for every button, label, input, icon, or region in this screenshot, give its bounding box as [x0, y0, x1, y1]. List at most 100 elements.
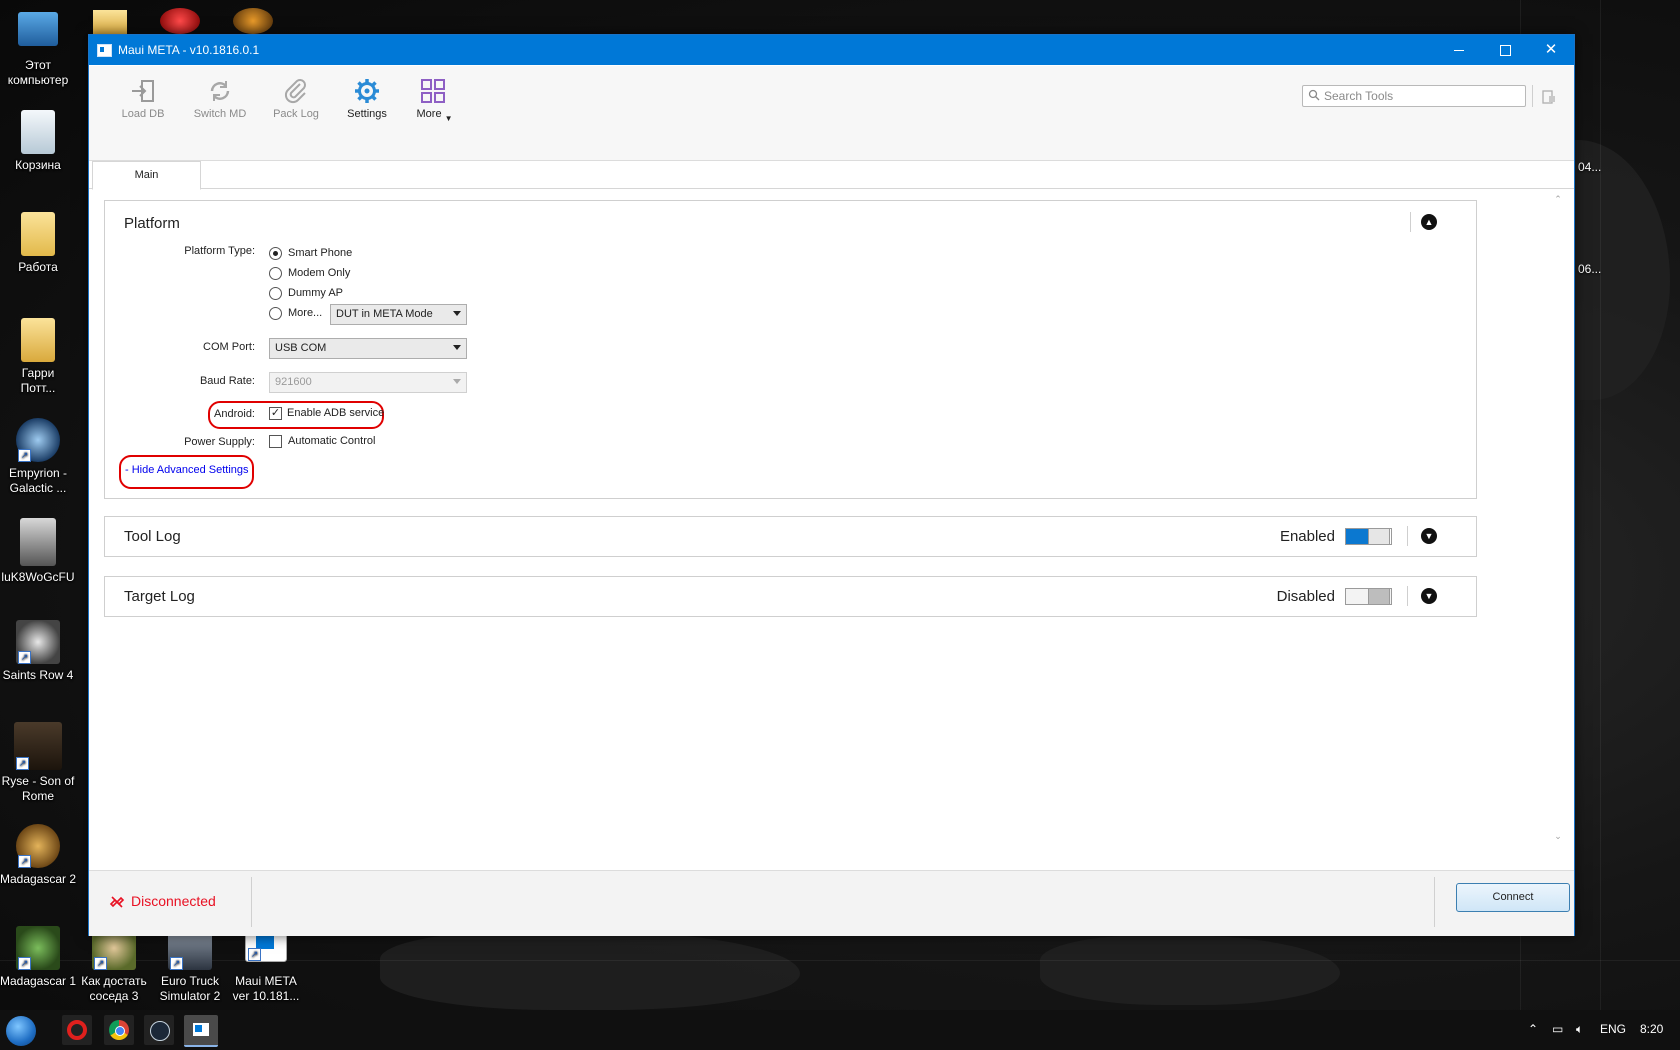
desktop-icon-ryse[interactable]: ↗ Ryse - Son of Rome [0, 722, 78, 804]
desktop-icon-maui-meta[interactable]: ↗ Maui META ver 10.181... [226, 926, 306, 1004]
desktop-icon-partial-3[interactable] [233, 8, 273, 34]
desktop-icon-madagascar-1[interactable]: ↗ Madagascar 1 [0, 926, 78, 989]
dummy-ap-label: Dummy AP [288, 287, 344, 299]
desktop-icon-folder-work[interactable]: Работа [0, 212, 78, 275]
toolbar-separator [1532, 85, 1533, 107]
radio-modem-only[interactable] [269, 267, 282, 280]
more-text: More [416, 108, 442, 120]
pack-log-label: Pack Log [273, 108, 319, 120]
folder-icon [21, 212, 55, 256]
desktop-icon-recycle-bin[interactable]: Корзина [0, 110, 78, 173]
scroll-up-icon[interactable]: ⌃ [1552, 194, 1564, 205]
dropdown-arrow-icon [453, 345, 461, 350]
close-button[interactable]: ✕ [1528, 35, 1574, 65]
panel-separator [1410, 212, 1411, 232]
keyboard-language[interactable]: ENG [1600, 1022, 1626, 1036]
shortcut-arrow-icon: ↗ [248, 948, 261, 961]
radio-dummy-ap[interactable] [269, 287, 282, 300]
desktop-icon-saints-row[interactable]: ↗ Saints Row 4 [0, 620, 78, 683]
desktop-icon-label: Ryse - Son of Rome [1, 774, 75, 803]
expand-chevron-down-icon[interactable]: ▼ [1421, 588, 1437, 604]
network-icon[interactable]: ▭ [1552, 1022, 1563, 1036]
grid-icon [399, 74, 467, 108]
desktop-icon-madagascar-2[interactable]: ↗ Madagascar 2 [0, 824, 78, 887]
shortcut-arrow-icon: ↗ [18, 855, 31, 868]
connect-button[interactable]: Connect [1456, 883, 1570, 912]
expand-chevron-down-icon[interactable]: ▼ [1421, 528, 1437, 544]
maximize-button[interactable] [1482, 35, 1528, 65]
meta-mode-value: DUT in META Mode [336, 308, 433, 320]
document-lock-icon[interactable] [1542, 89, 1556, 108]
tool-log-toggle[interactable] [1345, 528, 1392, 545]
switch-md-button[interactable]: Switch MD [186, 66, 254, 126]
vertical-scrollbar[interactable]: ⌃ ⌄ [1552, 194, 1564, 844]
desktop-label-partial: 06... [1578, 262, 1602, 276]
start-button[interactable] [6, 1016, 36, 1046]
collapse-chevron-up-icon[interactable]: ▲ [1421, 214, 1437, 230]
radio-smart-phone[interactable] [269, 247, 282, 260]
desktop-icon-label: Этот компьютер [7, 58, 69, 87]
load-db-button[interactable]: Load DB [109, 66, 177, 126]
desktop-icon-empyrion[interactable]: ↗ Empyrion - Galactic ... [0, 418, 78, 496]
baud-rate-value: 921600 [275, 376, 312, 388]
tool-log-panel: Tool Log Enabled ▼ [104, 516, 1477, 557]
tab-main[interactable]: Main [92, 161, 201, 190]
dropdown-caret-icon: ▼ [444, 114, 453, 123]
dropdown-arrow-icon [453, 379, 461, 384]
chrome-taskbar-icon[interactable] [104, 1015, 134, 1045]
ryse-icon: ↗ [14, 722, 62, 770]
enable-adb-checkbox[interactable]: ✓ [269, 407, 282, 420]
paperclip-icon [262, 74, 330, 108]
tray-overflow-icon[interactable]: ⌃ [1528, 1022, 1538, 1036]
clock[interactable]: 8:20 [1640, 1022, 1663, 1036]
settings-button[interactable]: Settings [333, 66, 401, 126]
status-bar: Disconnected Connect [89, 870, 1574, 936]
desktop-icon-label: Корзина [15, 158, 61, 172]
status-separator [251, 877, 252, 927]
desktop-icon-euro-truck[interactable]: ↗ Euro Truck Simulator 2 [150, 926, 230, 1004]
maui-meta-window: Maui META - v10.1816.0.1 ✕ Load DB Switc… [88, 34, 1575, 936]
radio-more[interactable] [269, 307, 282, 320]
scroll-down-icon[interactable]: ⌄ [1552, 831, 1564, 842]
com-port-select[interactable]: USB COM [269, 338, 467, 359]
minimize-button[interactable] [1436, 35, 1482, 65]
desktop-icon-label: Euro Truck Simulator 2 [159, 974, 221, 1003]
search-icon [1308, 89, 1320, 104]
more-option-label: More... [288, 307, 323, 319]
smart-phone-label: Smart Phone [288, 247, 353, 259]
opera-taskbar-icon[interactable] [62, 1015, 92, 1045]
search-box[interactable] [1302, 85, 1526, 107]
desktop-icon-photo[interactable]: luK8WoGcFU [0, 518, 78, 585]
volume-icon[interactable]: 🔈︎ [1576, 1022, 1583, 1037]
madagascar-icon: ↗ [16, 824, 60, 868]
window-title: Maui META - v10.1816.0.1 [118, 43, 260, 57]
shortcut-arrow-icon: ↗ [16, 757, 29, 770]
steam-taskbar-icon[interactable] [144, 1015, 174, 1045]
desktop-icon-this-pc[interactable]: Этот компьютер [0, 12, 78, 88]
title-bar[interactable]: Maui META - v10.1816.0.1 ✕ [89, 35, 1574, 65]
toggle-fill [1346, 529, 1368, 544]
more-button[interactable]: More ▼ [399, 66, 467, 126]
main-content: ⌃ ⌄ Platform ▲ Platform Type: Smart Phon… [89, 190, 1574, 870]
desktop-icon-partial-1[interactable] [93, 10, 127, 34]
saints-row-icon: ↗ [16, 620, 60, 664]
target-log-state: Disabled [1276, 588, 1335, 605]
pack-log-button[interactable]: Pack Log [262, 66, 330, 126]
maui-meta-taskbar-icon[interactable] [184, 1015, 218, 1047]
search-input[interactable] [1324, 87, 1519, 104]
photo-thumbnail-icon [20, 518, 56, 566]
automatic-control-checkbox[interactable] [269, 435, 282, 448]
target-log-toggle[interactable] [1345, 588, 1392, 605]
desktop-icon-neighbours[interactable]: ↗ Как достать соседа 3 [74, 926, 154, 1004]
panel-separator [1407, 586, 1408, 606]
tab-underline [89, 188, 1574, 189]
shortcut-arrow-icon: ↗ [18, 957, 31, 970]
tool-log-state: Enabled [1279, 528, 1335, 545]
shortcut-arrow-icon: ↗ [18, 651, 31, 664]
desktop-icon-folder-harry[interactable]: Гарри Потт... [0, 318, 78, 396]
meta-mode-select[interactable]: DUT in META Mode [330, 304, 467, 325]
status-separator [1434, 877, 1435, 927]
hide-advanced-settings-link[interactable]: - Hide Advanced Settings [125, 464, 249, 476]
desktop-icon-partial-2[interactable] [160, 8, 200, 34]
desktop-icon-label: Saints Row 4 [2, 668, 74, 682]
